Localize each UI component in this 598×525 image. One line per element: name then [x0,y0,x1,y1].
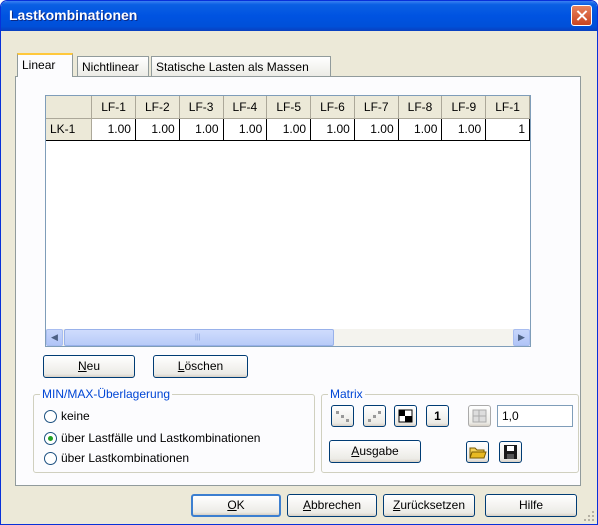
output-button[interactable]: Ausgabe [329,440,421,463]
output-button-label: usgabe [359,444,399,458]
dialog-window: Lastkombinationen Linear Nichtlinear Sta… [0,0,598,525]
ok-button-access-key: O [227,498,237,512]
table-row: LK-1 1.00 1.00 1.00 1.00 1.00 1.00 1.00 … [46,118,530,141]
row-header[interactable]: LK-1 [46,118,93,141]
column-header[interactable]: LF-7 [354,96,399,119]
table-cell[interactable]: 1.00 [179,118,224,141]
reset-button[interactable]: Zurücksetzen [383,494,475,517]
radio-keine[interactable] [44,410,57,423]
minmax-group-label: MIN/MAX-Überlagerung [40,387,173,401]
tab-linear-label: Linear [22,58,56,72]
ok-button[interactable]: OK [191,494,281,517]
table-cell[interactable]: 1.00 [91,118,136,141]
radio-lastkombinationen-label[interactable]: über Lastkombinationen [61,451,189,465]
column-header[interactable]: LF-8 [398,96,443,119]
scroll-left-icon[interactable]: ◀ [46,329,63,346]
delete-button[interactable]: Löschen [153,355,248,378]
cancel-button-label: bbrechen [310,498,362,512]
column-header[interactable]: LF-9 [441,96,487,119]
table-cell[interactable]: 1.00 [310,118,355,141]
window-title: Lastkombinationen [9,7,138,23]
minmax-group: MIN/MAX-Überlagerung keine über Lastfäll… [33,387,315,473]
column-header[interactable]: LF-4 [223,96,268,119]
table-cell[interactable]: 1.00 [266,118,312,141]
matrix-one-button[interactable]: 1 [426,405,449,427]
table-cell[interactable]: 1 [485,118,530,141]
matrix-upper-triangle-icon[interactable] [363,405,386,427]
matrix-factor-icon [468,405,491,427]
table-cell[interactable]: 1.00 [441,118,487,141]
new-button-access-key: N [77,359,87,373]
save-disk-icon[interactable] [499,441,522,463]
column-header[interactable]: LF-6 [310,96,355,119]
column-header[interactable]: LF-5 [266,96,312,119]
column-header[interactable]: LF-3 [179,96,224,119]
horizontal-scrollbar[interactable]: ◀ ||| ▶ [46,329,530,346]
radio-keine-label[interactable]: keine [61,409,90,423]
table-header-row: LF-1 LF-2 LF-3 LF-4 LF-5 LF-6 LF-7 LF-8 … [46,96,530,119]
new-button-label: eu [86,359,101,373]
open-folder-icon[interactable] [466,441,489,463]
tab-statische-lasten-label: Statische Lasten als Massen [156,60,309,74]
matrix-group-label: Matrix [328,387,365,401]
tab-nichtlinear-label: Nichtlinear [82,60,139,74]
title-bar[interactable]: Lastkombinationen [1,1,597,31]
delete-button-label: öschen [184,359,224,373]
table-cell[interactable]: 1.00 [398,118,443,141]
table-cell[interactable]: 1.00 [354,118,399,141]
matrix-full-icon[interactable] [394,405,417,427]
corner-cell [46,96,93,119]
matrix-factor-field[interactable]: 1,0 [497,405,573,427]
combination-grid[interactable]: LF-1 LF-2 LF-3 LF-4 LF-5 LF-6 LF-7 LF-8 … [45,95,531,347]
scroll-right-icon[interactable]: ▶ [513,329,530,346]
cancel-button-access-key: A [302,498,311,512]
close-icon[interactable] [571,5,592,26]
cancel-button[interactable]: Abbrechen [287,494,377,517]
matrix-lower-triangle-icon[interactable] [331,405,354,427]
reset-button-label: urücksetzen [400,498,466,512]
radio-lastkombinationen[interactable] [44,452,57,465]
radio-lastfaelle-und-lastkombinationen[interactable] [44,432,57,445]
tab-statische-lasten[interactable]: Statische Lasten als Massen [151,56,331,76]
resize-grip-icon[interactable] [583,510,595,522]
tab-linear[interactable]: Linear [17,53,73,77]
table-cell[interactable]: 1.00 [135,118,180,141]
new-button[interactable]: Neu [43,355,135,378]
combination-table: LF-1 LF-2 LF-3 LF-4 LF-5 LF-6 LF-7 LF-8 … [46,96,530,141]
column-header[interactable]: LF-1 [91,96,136,119]
scrollbar-thumb[interactable]: ||| [64,329,334,346]
table-cell[interactable]: 1.00 [223,118,268,141]
tab-nichtlinear[interactable]: Nichtlinear [77,56,149,76]
help-button[interactable]: Hilfe [485,494,577,517]
column-header[interactable]: LF-2 [135,96,180,119]
column-header[interactable]: LF-1 [485,96,530,119]
ok-button-label: K [236,498,245,512]
radio-lastfaelle-label[interactable]: über Lastfälle und Lastkombinationen [61,431,260,445]
grip-icon: ||| [195,334,201,341]
